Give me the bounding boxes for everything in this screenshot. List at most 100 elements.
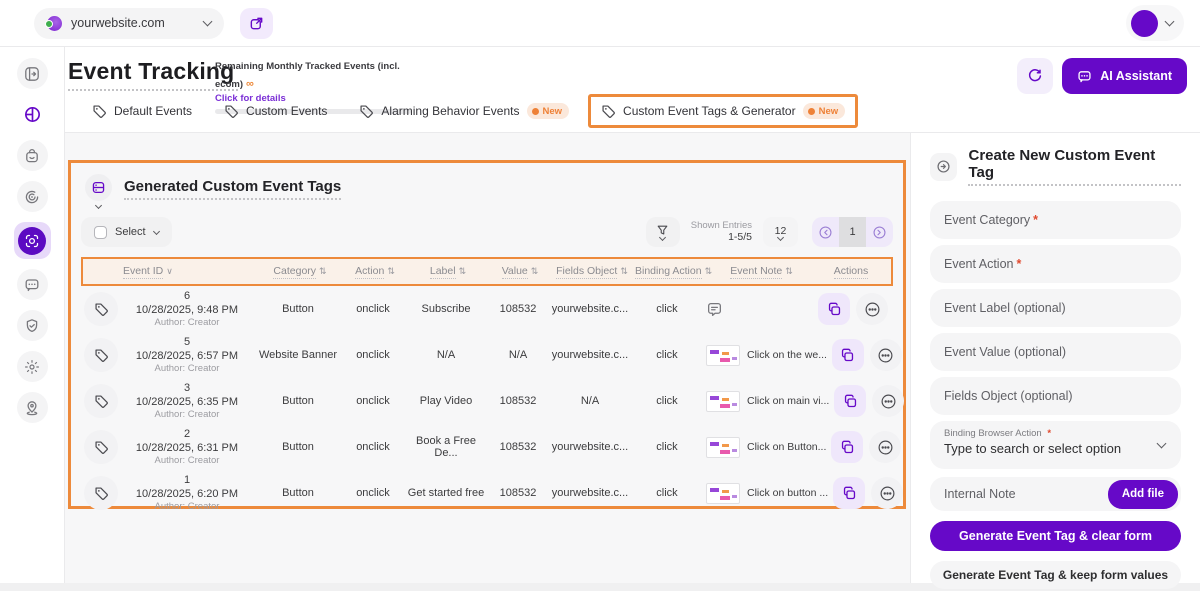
table-row[interactable]: 3 10/28/2025, 6:35 PM Author: Creator Bu… xyxy=(81,378,893,424)
sidebar-item-behavior[interactable] xyxy=(17,181,48,212)
label-cell: Get started free xyxy=(403,487,489,499)
tab[interactable]: Custom Events xyxy=(211,95,340,128)
more-actions-button[interactable] xyxy=(869,431,901,463)
column-header-action[interactable]: Action⇅ xyxy=(345,265,405,279)
page-header: Event Tracking Remaining Monthly Tracked… xyxy=(65,47,1200,133)
tag-icon xyxy=(84,430,118,464)
table-row[interactable]: 6 10/28/2025, 9:48 PM Author: Creator Bu… xyxy=(81,286,893,332)
generate-clear-button[interactable]: Generate Event Tag & clear form xyxy=(930,521,1181,551)
add-file-button[interactable]: Add file xyxy=(1108,480,1178,509)
note-thumbnail[interactable] xyxy=(706,483,740,504)
tab-label: Custom Event Tags & Generator xyxy=(623,104,796,118)
action-cell: onclick xyxy=(343,349,403,361)
action-cell: onclick xyxy=(343,441,403,453)
tag-icon xyxy=(84,292,118,326)
form-input[interactable]: Event Action * xyxy=(930,245,1181,283)
value-cell: N/A xyxy=(489,349,547,361)
chevron-down-icon xyxy=(1165,17,1175,27)
select-all-checkbox[interactable] xyxy=(94,226,107,239)
binding-browser-action-select[interactable]: Binding Browser Action * Type to search … xyxy=(930,421,1181,469)
more-actions-button[interactable] xyxy=(856,293,888,325)
column-header-label[interactable]: Label⇅ xyxy=(405,265,491,279)
binding-action-cell: click xyxy=(633,441,701,453)
copy-button[interactable] xyxy=(818,293,850,325)
form-input[interactable]: Event Category * xyxy=(930,201,1181,239)
fields-object-cell: yourwebsite.c... xyxy=(547,303,633,315)
copy-button[interactable] xyxy=(831,431,863,463)
page-size-dropdown[interactable]: 12 xyxy=(763,217,798,247)
open-site-button[interactable] xyxy=(240,8,273,39)
select-dropdown[interactable]: Select xyxy=(81,217,172,247)
annotation-box-table: Generated Custom Event Tags Select xyxy=(68,160,906,509)
chevron-down-icon xyxy=(95,202,102,209)
sidebar-item-settings[interactable] xyxy=(17,351,48,382)
sidebar-item-messages[interactable] xyxy=(17,269,48,300)
pie-chart-icon xyxy=(23,105,42,124)
sidebar-item-orders[interactable] xyxy=(17,140,48,171)
badge-dot-icon xyxy=(532,108,539,115)
value-cell: 108532 xyxy=(489,395,547,407)
chat-icon xyxy=(24,277,40,293)
more-actions-button[interactable] xyxy=(871,477,903,509)
prev-page-button[interactable] xyxy=(812,217,839,247)
internal-note-input[interactable]: Internal Note Add file xyxy=(930,477,1181,511)
column-header-event-id[interactable]: Event ID∨ xyxy=(123,265,255,279)
sidebar-item-analytics[interactable] xyxy=(17,99,48,130)
column-header-fields-object[interactable]: Fields Object⇅ xyxy=(549,265,635,279)
tab[interactable]: Alarming Behavior Events New xyxy=(346,94,582,128)
form-input[interactable]: Event Value (optional) xyxy=(930,333,1181,371)
table-row[interactable]: 5 10/28/2025, 6:57 PM Author: Creator We… xyxy=(81,332,893,378)
remaining-label: Remaining Monthly Tracked Events (incl. … xyxy=(215,61,400,90)
tag-icon xyxy=(84,338,118,372)
table-row[interactable]: 2 10/28/2025, 6:31 PM Author: Creator Bu… xyxy=(81,424,893,470)
binding-action-cell: click xyxy=(633,349,701,361)
next-page-button[interactable] xyxy=(866,217,893,247)
sidebar-item-event-tracking-active[interactable] xyxy=(14,222,51,259)
event-id-cell: 6 10/28/2025, 9:48 PM Author: Creator xyxy=(121,289,253,330)
form-input[interactable]: Fields Object (optional) xyxy=(930,377,1181,415)
note-text: Click on main vi... xyxy=(747,395,829,407)
note-text: Click on Button... xyxy=(747,441,826,453)
note-thumbnail[interactable] xyxy=(706,391,740,412)
event-note-cell: Click on button ... xyxy=(701,483,828,504)
copy-button[interactable] xyxy=(833,477,865,509)
tag-icon xyxy=(92,104,107,119)
tab[interactable]: Default Events xyxy=(79,95,205,128)
external-link-icon xyxy=(249,16,264,31)
new-badge: New xyxy=(803,103,846,119)
form-input[interactable]: Event Label (optional) xyxy=(930,289,1181,327)
section-icon-toggle[interactable] xyxy=(85,174,112,208)
current-page[interactable]: 1 xyxy=(839,217,866,247)
column-header-binding-action[interactable]: Binding Action⇅ xyxy=(635,265,712,279)
ai-assistant-button[interactable]: AI Assistant xyxy=(1062,58,1187,94)
note-thumbnail[interactable] xyxy=(706,437,740,458)
column-header-value[interactable]: Value⇅ xyxy=(491,265,549,279)
sidebar-collapse-icon[interactable] xyxy=(17,58,48,89)
user-menu[interactable] xyxy=(1126,5,1184,41)
tab[interactable]: Custom Event Tags & Generator New xyxy=(588,94,858,128)
event-note-cell xyxy=(701,301,813,318)
refresh-button[interactable] xyxy=(1017,58,1053,94)
filter-button[interactable] xyxy=(646,217,680,247)
category-cell: Button xyxy=(253,487,343,499)
more-actions-button[interactable] xyxy=(870,339,902,371)
more-actions-button[interactable] xyxy=(872,385,904,417)
site-selector[interactable]: yourwebsite.com xyxy=(34,8,224,39)
column-header-event-note[interactable]: Event Note⇅ xyxy=(712,265,811,279)
note-thumbnail[interactable] xyxy=(706,345,740,366)
sidebar-item-security[interactable] xyxy=(17,310,48,341)
panel-title: Create New Custom Event Tag xyxy=(968,147,1181,186)
table-row[interactable]: 1 10/28/2025, 6:20 PM Author: Creator Bu… xyxy=(81,470,893,516)
action-cell: onclick xyxy=(343,395,403,407)
generate-keep-button[interactable]: Generate Event Tag & keep form values xyxy=(930,561,1181,589)
copy-button[interactable] xyxy=(834,385,866,417)
binding-action-cell: click xyxy=(633,303,701,315)
label-cell: N/A xyxy=(403,349,489,361)
sidebar-item-locations[interactable] xyxy=(17,392,48,423)
infinity-icon: ∞ xyxy=(246,78,254,90)
copy-button[interactable] xyxy=(832,339,864,371)
page-title: Event Tracking xyxy=(68,58,238,91)
table-header-row: Event ID∨ Category⇅ Action⇅ Label⇅ Value… xyxy=(81,257,893,286)
radar-icon xyxy=(24,189,40,205)
column-header-category[interactable]: Category⇅ xyxy=(255,265,345,279)
